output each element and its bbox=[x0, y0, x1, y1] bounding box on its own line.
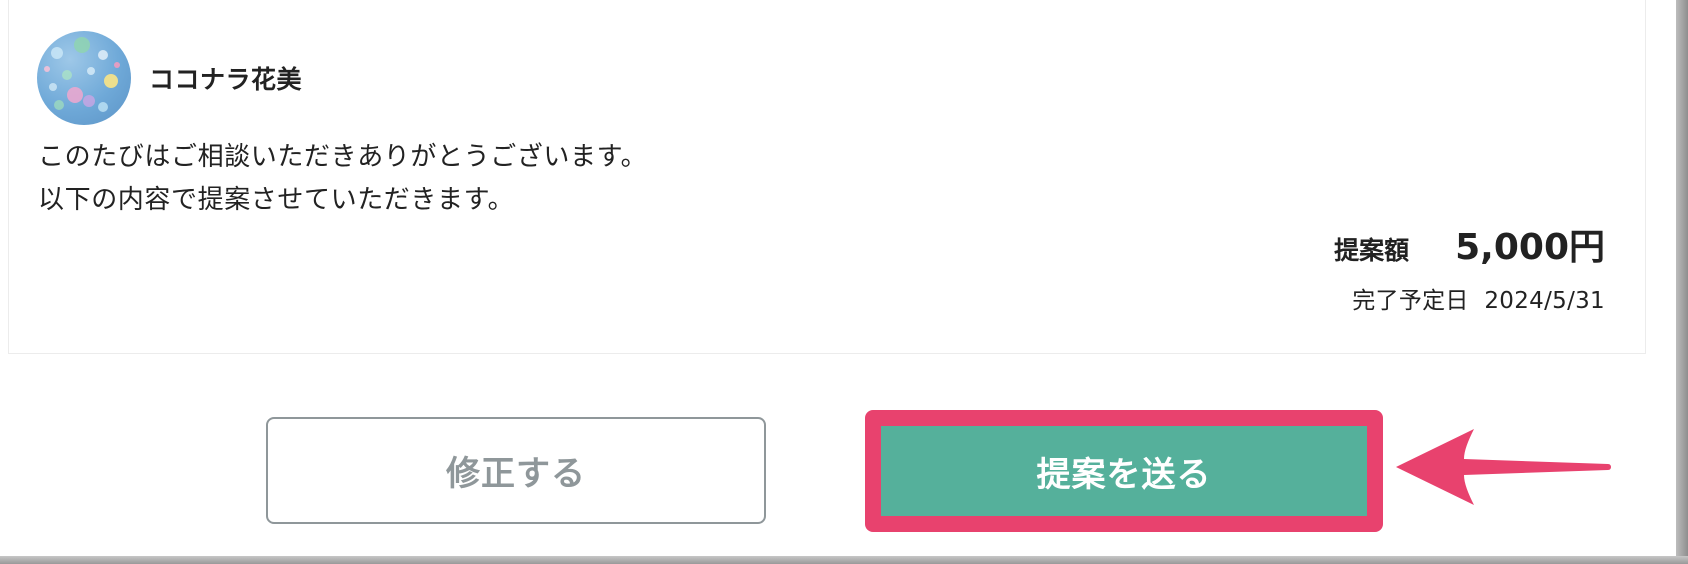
proposal-message-card: ココナラ花美 このたびはご相談いただきありがとうございます。 以下の内容で提案さ… bbox=[8, 0, 1646, 354]
avatar[interactable] bbox=[37, 31, 131, 125]
window-shadow-bottom bbox=[0, 556, 1688, 564]
seller-name: ココナラ花美 bbox=[149, 65, 303, 94]
price-value: 5,000円 bbox=[1455, 227, 1605, 268]
balloons-avatar-icon bbox=[44, 37, 120, 112]
price-label: 提案額 bbox=[1334, 236, 1410, 265]
window-shadow-right bbox=[1676, 0, 1688, 564]
due-date-label: 完了予定日 bbox=[1352, 288, 1469, 314]
edit-button[interactable]: 修正する bbox=[266, 417, 766, 524]
due-date-value: 2024/5/31 bbox=[1484, 288, 1605, 314]
message-line-1: このたびはご相談いただきありがとうございます。 bbox=[38, 142, 648, 172]
pointer-arrow-icon bbox=[1396, 429, 1611, 505]
message-line-2: 以下の内容で提案させていただきます。 bbox=[38, 185, 515, 215]
due-date-row: 完了予定日 2024/5/31 bbox=[1352, 281, 1605, 315]
send-proposal-button[interactable]: 提案を送る bbox=[881, 426, 1367, 516]
proposal-price-row: 提案額 5,000円 bbox=[1334, 218, 1605, 270]
proposal-screen: ココナラ花美 このたびはご相談いただきありがとうございます。 以下の内容で提案さ… bbox=[0, 0, 1688, 564]
